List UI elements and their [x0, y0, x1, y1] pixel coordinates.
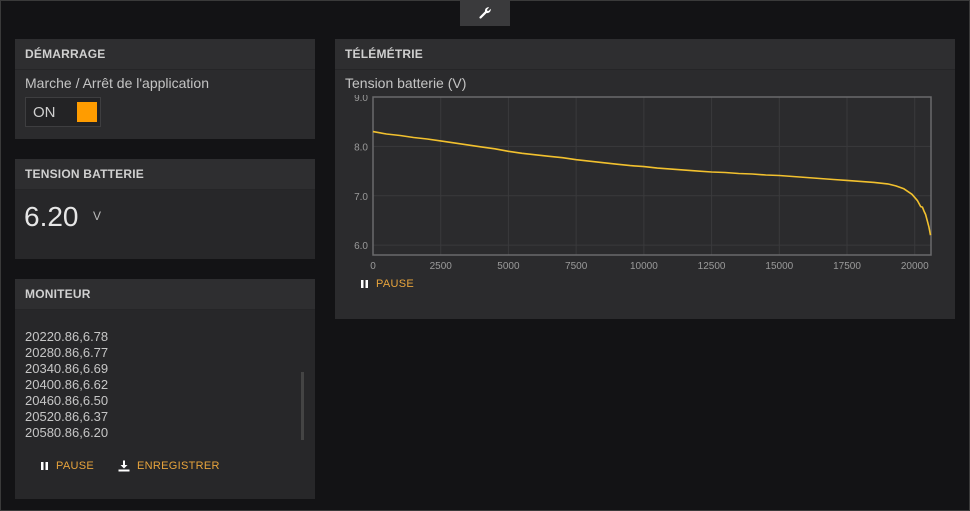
y-tick-label: 6.0: [354, 241, 368, 252]
y-tick-label: 9.0: [354, 95, 368, 104]
pause-label: PAUSE: [56, 460, 94, 472]
card-title: TÉLÉMÉTRIE: [335, 39, 955, 70]
x-tick-label: 20000: [901, 261, 929, 272]
demarrage-card: DÉMARRAGE Marche / Arrêt de l'applicatio…: [15, 39, 315, 139]
monitor-scrollbar[interactable]: [301, 372, 304, 440]
app-toggle-switch[interactable]: ON: [25, 97, 101, 127]
app-toggle-label: Marche / Arrêt de l'application: [25, 75, 209, 91]
y-tick-label: 8.0: [354, 142, 368, 153]
log-line: 20580.86,6.20: [25, 425, 109, 440]
settings-button[interactable]: [460, 0, 510, 26]
card-title: DÉMARRAGE: [15, 39, 315, 70]
tension-card: TENSION BATTERIE 6.20 V: [15, 159, 315, 259]
card-title: TENSION BATTERIE: [15, 159, 315, 190]
x-tick-label: 15000: [765, 261, 793, 272]
log-line: 20220.86,6.78: [25, 329, 109, 344]
save-label: ENREGISTRER: [137, 460, 220, 472]
wrench-icon: [479, 7, 491, 19]
x-tick-label: 0: [370, 261, 376, 272]
voltage-value: 6.20: [24, 201, 79, 232]
x-tick-label: 10000: [630, 261, 658, 272]
voltage-unit: V: [93, 209, 102, 223]
monitor-log[interactable]: 20220.86,6.78 20280.86,6.77 20340.86,6.6…: [25, 329, 295, 441]
x-tick-label: 5000: [497, 261, 520, 272]
voltage-chart: 0 2500 5000 7500 10000 12500 15000 17500 20000 6.…: [354, 95, 932, 272]
x-tick-label: 17500: [833, 261, 861, 272]
log-line: 20340.86,6.69: [25, 361, 109, 376]
log-line: 20460.86,6.50: [25, 393, 109, 408]
card-title: MONITEUR: [15, 279, 315, 310]
download-icon: [118, 460, 130, 472]
log-line: 20400.86,6.62: [25, 377, 109, 392]
moniteur-card: MONITEUR 20220.86,6.78 20280.86,6.77 203…: [15, 279, 315, 499]
telemetrie-card: TÉLÉMÉTRIE Tension batterie (V) 0 2500 500…: [335, 39, 955, 319]
pause-icon: [41, 462, 48, 470]
switch-state-label: ON: [33, 104, 56, 121]
chart-title: Tension batterie (V): [345, 75, 467, 91]
switch-knob: [77, 102, 97, 122]
log-line: 20520.86,6.37: [25, 409, 109, 424]
x-tick-label: 7500: [565, 261, 588, 272]
pause-label: PAUSE: [376, 278, 414, 290]
x-tick-label: 2500: [430, 261, 453, 272]
x-tick-label: 12500: [698, 261, 726, 272]
log-line: 20280.86,6.77: [25, 345, 109, 360]
monitor-pause-button[interactable]: PAUSE: [40, 460, 94, 472]
chart-pause-button[interactable]: PAUSE: [360, 278, 414, 290]
save-button[interactable]: ENREGISTRER: [118, 460, 220, 472]
y-tick-label: 7.0: [354, 192, 368, 203]
pause-icon: [361, 280, 368, 288]
